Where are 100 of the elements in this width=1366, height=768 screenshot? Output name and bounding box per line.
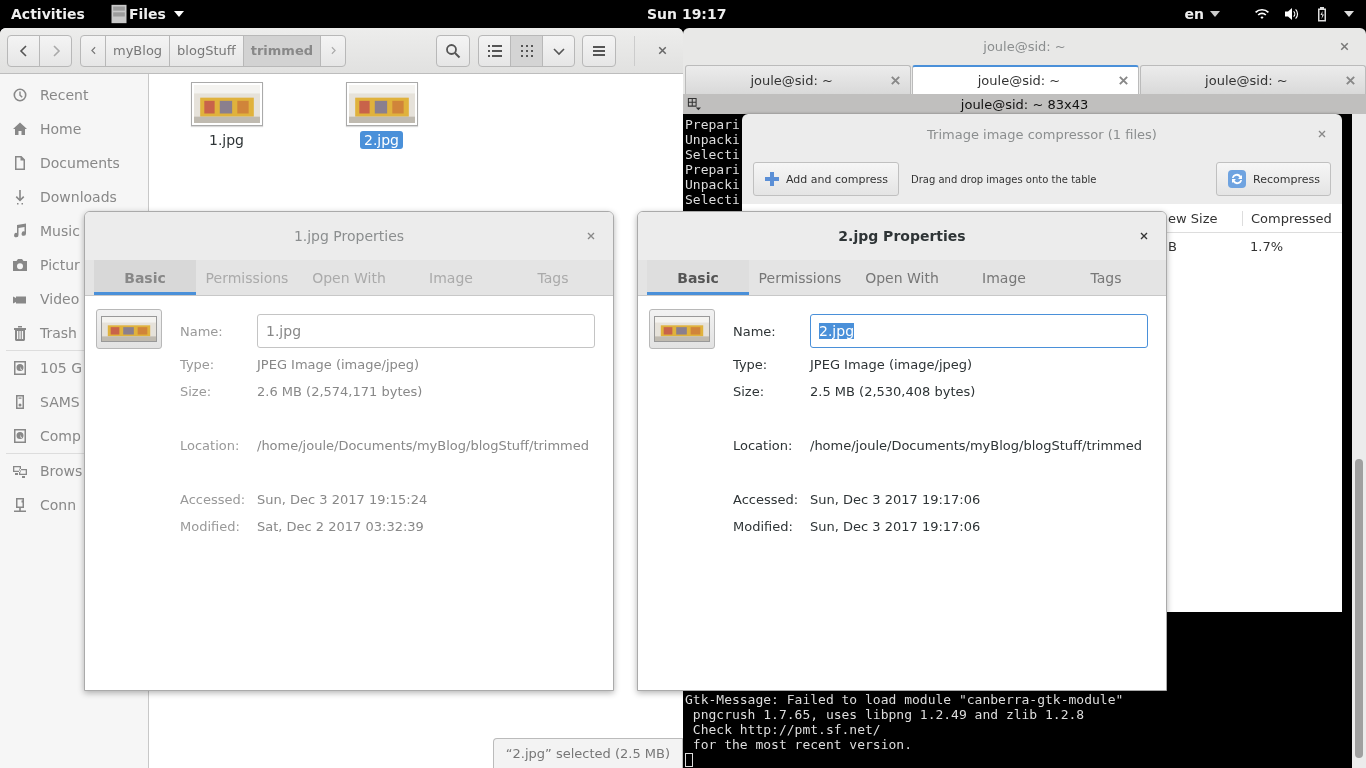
tab[interactable]: Tags bbox=[502, 260, 604, 295]
sidebar-item[interactable]: Music bbox=[40, 223, 80, 239]
sidebar-item[interactable]: Recent bbox=[40, 87, 89, 103]
activities-button[interactable]: Activities bbox=[11, 6, 85, 22]
view-options-button[interactable] bbox=[542, 34, 575, 67]
text-cursor bbox=[685, 753, 693, 767]
field-label: Accessed: bbox=[180, 492, 247, 507]
list-icon bbox=[486, 42, 503, 59]
field-label: Modified: bbox=[180, 519, 241, 534]
terminal-line: Prepari bbox=[685, 117, 740, 132]
caret-icon bbox=[1210, 11, 1220, 17]
file-name[interactable]: 1.jpg bbox=[205, 131, 248, 149]
close-icon[interactable] bbox=[1138, 230, 1150, 242]
recent-icon bbox=[12, 87, 28, 103]
window-title: 1.jpg Properties bbox=[293, 228, 405, 244]
tab[interactable]: Permissions bbox=[749, 260, 851, 295]
column-header[interactable]: Compressed bbox=[1242, 210, 1332, 226]
field-label: Name: bbox=[180, 323, 224, 339]
field-label: Accessed: bbox=[733, 492, 800, 507]
status-message: “2.jpg” selected (2.5 MB) bbox=[492, 738, 683, 768]
back-button[interactable] bbox=[7, 34, 40, 67]
tab[interactable]: Image bbox=[400, 260, 502, 295]
field-label: Name: bbox=[733, 323, 777, 339]
list-view-button[interactable] bbox=[478, 34, 511, 67]
field-value: Sun, Dec 3 2017 19:15:24 bbox=[257, 492, 428, 507]
plus-icon bbox=[764, 171, 780, 187]
tab[interactable]: Image bbox=[953, 260, 1055, 295]
recompress-button[interactable]: Recompress bbox=[1216, 162, 1331, 196]
scrollbar[interactable] bbox=[1352, 114, 1366, 768]
trash-icon bbox=[12, 325, 28, 341]
tab[interactable]: Basic bbox=[647, 260, 749, 295]
field-value: Sat, Dec 2 2017 03:32:39 bbox=[257, 519, 424, 534]
sidebar-item[interactable]: Trash bbox=[40, 325, 77, 341]
search-button[interactable] bbox=[436, 34, 470, 67]
sidebar-item[interactable]: SAMS bbox=[40, 394, 80, 410]
sidebar-item[interactable]: Downloads bbox=[40, 189, 117, 205]
volume-icon[interactable] bbox=[1284, 6, 1300, 22]
field-label: Location: bbox=[733, 438, 794, 453]
sidebar-item[interactable]: Pictur bbox=[40, 257, 80, 273]
network-icon bbox=[12, 463, 28, 479]
terminal-line: Selecti bbox=[685, 192, 740, 207]
terminal-line: Unpacki bbox=[685, 132, 740, 147]
name-field[interactable]: 2.jpg bbox=[810, 314, 1148, 348]
field-label: Location: bbox=[180, 438, 241, 453]
tab[interactable]: Open With bbox=[851, 260, 953, 295]
sidebar-item[interactable]: Conn bbox=[40, 497, 77, 513]
sidebar-item[interactable]: Brows bbox=[40, 463, 83, 479]
system-menu-caret-icon[interactable] bbox=[1344, 11, 1354, 17]
menu-button[interactable] bbox=[582, 34, 616, 67]
sidebar-item[interactable]: Home bbox=[40, 121, 82, 137]
field-label: Size: bbox=[180, 384, 213, 399]
add-and-compress-button[interactable]: Add and compress bbox=[753, 162, 899, 196]
terminal-size-label: joule@sid: ~ 83x43 bbox=[959, 96, 1090, 112]
terminal-line: Check http://pmt.sf.net/ bbox=[691, 722, 881, 737]
sidebar-item[interactable]: 105 G bbox=[40, 360, 83, 376]
terminal-line: Selecti bbox=[685, 147, 740, 162]
thumbnail-button[interactable] bbox=[649, 309, 715, 349]
terminal-line: pngcrush 1.7.65, uses libpng 1.2.49 and zlib 1.2.8 bbox=[691, 707, 1085, 722]
layout-menu-icon[interactable] bbox=[687, 97, 701, 111]
window-title: 2.jpg Properties bbox=[838, 228, 966, 244]
hint-text: Drag and drop images onto the table bbox=[911, 173, 1097, 185]
name-field[interactable]: 1.jpg bbox=[257, 314, 595, 348]
field-label: Type: bbox=[733, 357, 769, 372]
tab[interactable]: Tags bbox=[1055, 260, 1157, 295]
clock[interactable]: Sun 19:17 bbox=[647, 6, 727, 22]
tab[interactable]: Permissions bbox=[196, 260, 298, 295]
tab[interactable]: Basic bbox=[94, 260, 196, 295]
grid-icon bbox=[518, 42, 535, 59]
sidebar-item[interactable]: Documents bbox=[40, 155, 120, 171]
close-icon bbox=[889, 73, 903, 87]
field-value: 2.5 MB (2,530,408 bytes) bbox=[810, 384, 976, 399]
file-name[interactable]: 2.jpg bbox=[360, 131, 403, 149]
thumbnail-button[interactable] bbox=[96, 309, 162, 349]
terminal-tab[interactable]: joule@sid: ~ bbox=[685, 65, 912, 94]
field-value: /home/joule/Documents/myBlog/blogStuff/trimmed bbox=[810, 438, 1142, 453]
column-header[interactable]: ew Size bbox=[1166, 210, 1242, 226]
keyboard-layout-menu[interactable]: en bbox=[1184, 6, 1220, 22]
field-label: Size: bbox=[733, 384, 766, 399]
search-icon bbox=[445, 42, 461, 59]
tab[interactable]: Open With bbox=[298, 260, 400, 295]
path-button[interactable]: blogStuff bbox=[169, 34, 244, 67]
window-title: Trimage image compressor (1 files) bbox=[927, 126, 1157, 142]
table-cell-text: B bbox=[1167, 239, 1178, 254]
path-button[interactable]: myBlog bbox=[105, 34, 171, 67]
grid-view-button[interactable] bbox=[510, 34, 543, 67]
refresh-icon bbox=[1227, 169, 1248, 189]
sidebar-item[interactable]: Comp bbox=[40, 428, 81, 444]
close-icon bbox=[1344, 73, 1357, 87]
field-label: Type: bbox=[180, 357, 216, 372]
table-cell-text: 1.7% bbox=[1249, 239, 1284, 254]
field-value: Sun, Dec 3 2017 19:17:06 bbox=[810, 519, 981, 534]
app-menu[interactable]: Files bbox=[108, 2, 184, 26]
terminal-tab[interactable]: joule@sid: ~ bbox=[912, 65, 1139, 94]
sidebar-item[interactable]: Video bbox=[40, 291, 80, 307]
path-button[interactable]: trimmed bbox=[242, 34, 321, 67]
home-icon bbox=[12, 121, 28, 137]
server-icon bbox=[12, 497, 28, 513]
field-label: Modified: bbox=[733, 519, 794, 534]
terminal-tab[interactable]: joule@sid: ~ bbox=[1139, 65, 1366, 94]
terminal-line: Prepari bbox=[685, 162, 740, 177]
